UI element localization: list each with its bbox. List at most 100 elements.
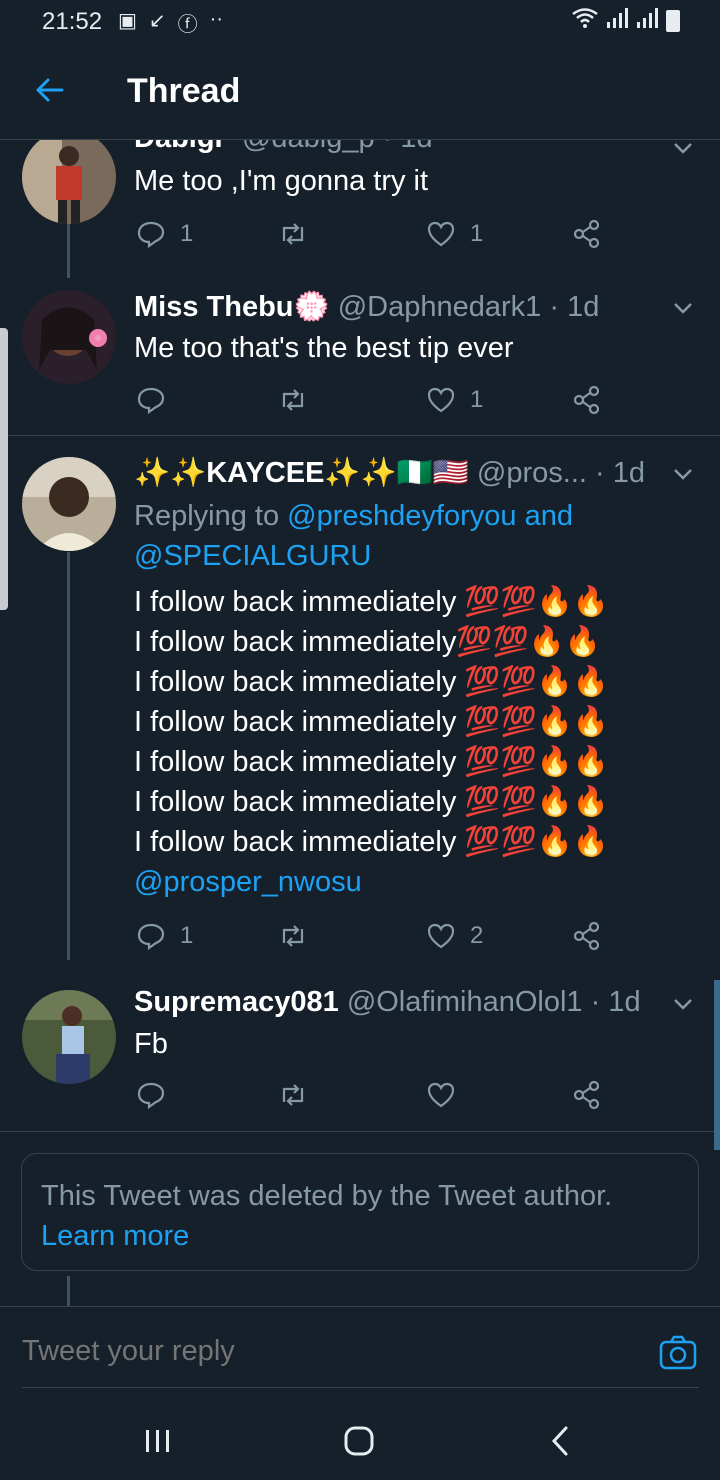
learn-more-link[interactable]: Learn more bbox=[41, 1220, 189, 1252]
avatar[interactable] bbox=[22, 457, 116, 551]
tweet-text: Fb bbox=[134, 1028, 168, 1060]
text-line: I follow back immediately 💯💯🔥🔥 bbox=[134, 666, 609, 698]
replying-to: Replying to @preshdeyforyou and @SPECIAL… bbox=[134, 496, 614, 576]
heart-icon bbox=[427, 923, 455, 949]
retweet-icon bbox=[282, 925, 304, 947]
recent-apps-icon[interactable] bbox=[138, 1424, 178, 1458]
user-handle[interactable]: @dabig_p bbox=[242, 140, 375, 154]
heart-icon bbox=[427, 387, 455, 413]
status-bar: 21:52 ▣ ↙ ⓕ ·· bbox=[0, 0, 720, 44]
notification-icons: ▣ ↙ ⓕ ·· bbox=[118, 8, 223, 37]
tweet[interactable]: ✨✨KAYCEE✨✨🇳🇬🇺🇸 @pros... · 1d Replying to… bbox=[0, 436, 720, 960]
scrollbar[interactable] bbox=[714, 980, 720, 1150]
display-name[interactable]: Supremacy081 bbox=[134, 986, 339, 1018]
reply-icon bbox=[137, 923, 165, 951]
deleted-tweet-text: This Tweet was deleted by the Tweet auth… bbox=[41, 1180, 613, 1212]
chevron-down-icon[interactable] bbox=[668, 464, 698, 484]
page-title: Thread bbox=[127, 72, 241, 110]
retweet-button[interactable] bbox=[278, 219, 322, 249]
home-icon[interactable] bbox=[340, 1424, 380, 1458]
like-count: 1 bbox=[470, 386, 484, 413]
composer-divider bbox=[22, 1387, 699, 1388]
like-button[interactable]: 2 bbox=[426, 921, 483, 951]
separator-dot: · bbox=[549, 291, 559, 323]
separator-dot: · bbox=[590, 986, 601, 1018]
retweet-icon bbox=[282, 389, 304, 411]
system-nav-bar bbox=[0, 1402, 720, 1480]
share-icon bbox=[573, 219, 600, 249]
tweet[interactable]: DabigP @dabig_p · 1d Me too ,I'm gonna t… bbox=[0, 140, 720, 278]
heart-icon bbox=[427, 1082, 455, 1108]
signal-icon bbox=[606, 8, 628, 33]
image-icon: ▣ bbox=[118, 10, 137, 32]
retweet-button[interactable] bbox=[278, 385, 322, 415]
reply-button[interactable] bbox=[136, 1080, 180, 1110]
share-icon bbox=[573, 921, 600, 951]
thread-line bbox=[67, 1276, 70, 1306]
arrow-left-icon[interactable] bbox=[34, 74, 66, 106]
reply-button[interactable]: 1 bbox=[136, 219, 193, 249]
thread-feed[interactable]: DabigP @dabig_p · 1d Me too ,I'm gonna t… bbox=[0, 140, 720, 1306]
tweet-time: 1d bbox=[612, 457, 646, 489]
mention-link[interactable]: @prosper_nwosu bbox=[134, 862, 609, 902]
reply-button[interactable] bbox=[136, 385, 180, 415]
chevron-down-icon[interactable] bbox=[668, 140, 698, 158]
replying-and: and bbox=[524, 500, 573, 532]
replying-user-link[interactable]: @SPECIALGURU bbox=[134, 540, 371, 572]
retweet-button[interactable] bbox=[278, 921, 322, 951]
heart-icon bbox=[427, 221, 455, 247]
missed-call-icon: ↙ bbox=[148, 10, 166, 32]
retweet-icon bbox=[282, 1084, 304, 1106]
status-time: 21:52 bbox=[42, 8, 103, 35]
tweet[interactable]: Miss Thebu💮 @Daphnedark1 · 1d Me too tha… bbox=[0, 278, 720, 436]
edge-panel-handle[interactable] bbox=[0, 328, 8, 610]
chevron-down-icon[interactable] bbox=[668, 994, 698, 1014]
tweet-header: Supremacy081 @OlafimihanOlol1 · 1d bbox=[134, 986, 641, 1019]
tweet-header: Miss Thebu💮 @Daphnedark1 · 1d bbox=[134, 290, 599, 324]
reply-icon bbox=[137, 387, 165, 415]
share-button[interactable] bbox=[572, 1080, 602, 1110]
avatar[interactable] bbox=[22, 990, 116, 1084]
deleted-tweet-notice: This Tweet was deleted by the Tweet auth… bbox=[21, 1153, 699, 1271]
tweet[interactable]: Supremacy081 @OlafimihanOlol1 · 1d Fb bbox=[0, 960, 720, 1132]
text-line: I follow back immediately 💯💯🔥🔥 bbox=[134, 586, 609, 618]
text-line: I follow back immediately💯💯🔥🔥 bbox=[134, 626, 601, 658]
display-name[interactable]: Miss Thebu💮 bbox=[134, 291, 330, 323]
tweet-text: Me too that's the best tip ever bbox=[134, 332, 514, 364]
camera-icon[interactable] bbox=[658, 1333, 698, 1373]
text-line: I follow back immediately 💯💯🔥🔥 bbox=[134, 826, 609, 858]
text-line: I follow back immediately 💯💯🔥🔥 bbox=[134, 746, 609, 778]
avatar[interactable] bbox=[22, 140, 116, 224]
like-button[interactable] bbox=[426, 1080, 470, 1110]
like-count: 1 bbox=[470, 220, 484, 247]
tweet-time: 1d bbox=[608, 986, 641, 1018]
reply-input[interactable] bbox=[22, 1335, 622, 1368]
replying-to-prefix: Replying to bbox=[134, 500, 280, 532]
avatar[interactable] bbox=[22, 290, 116, 384]
share-button[interactable] bbox=[572, 921, 602, 951]
user-handle[interactable]: @OlafimihanOlol1 bbox=[347, 986, 583, 1018]
share-button[interactable] bbox=[572, 385, 602, 415]
replying-user-link[interactable]: @preshdeyforyou bbox=[287, 500, 516, 532]
system-icons bbox=[572, 8, 680, 33]
reply-count: 1 bbox=[180, 922, 194, 949]
thread-line bbox=[67, 552, 70, 960]
tweet-time: 1d bbox=[400, 140, 432, 154]
signal-icon bbox=[636, 8, 658, 33]
like-button[interactable]: 1 bbox=[426, 385, 483, 415]
battery-icon bbox=[666, 9, 680, 32]
tweet-actions: 1 1 bbox=[134, 219, 614, 253]
user-handle[interactable]: @Daphnedark1 bbox=[338, 291, 542, 323]
chevron-down-icon[interactable] bbox=[668, 298, 698, 318]
like-button[interactable]: 1 bbox=[426, 219, 483, 249]
share-icon bbox=[573, 385, 600, 415]
reply-button[interactable]: 1 bbox=[136, 921, 193, 951]
user-handle[interactable]: @pros... bbox=[477, 457, 587, 489]
display-name[interactable]: DabigP bbox=[134, 140, 234, 154]
tweet-actions: 1 2 bbox=[134, 921, 614, 955]
share-button[interactable] bbox=[572, 219, 602, 249]
back-icon[interactable] bbox=[542, 1424, 582, 1458]
display-name[interactable]: ✨✨KAYCEE✨✨🇳🇬🇺🇸 bbox=[134, 457, 469, 489]
retweet-button[interactable] bbox=[278, 1080, 322, 1110]
app-header: Thread bbox=[0, 44, 720, 140]
